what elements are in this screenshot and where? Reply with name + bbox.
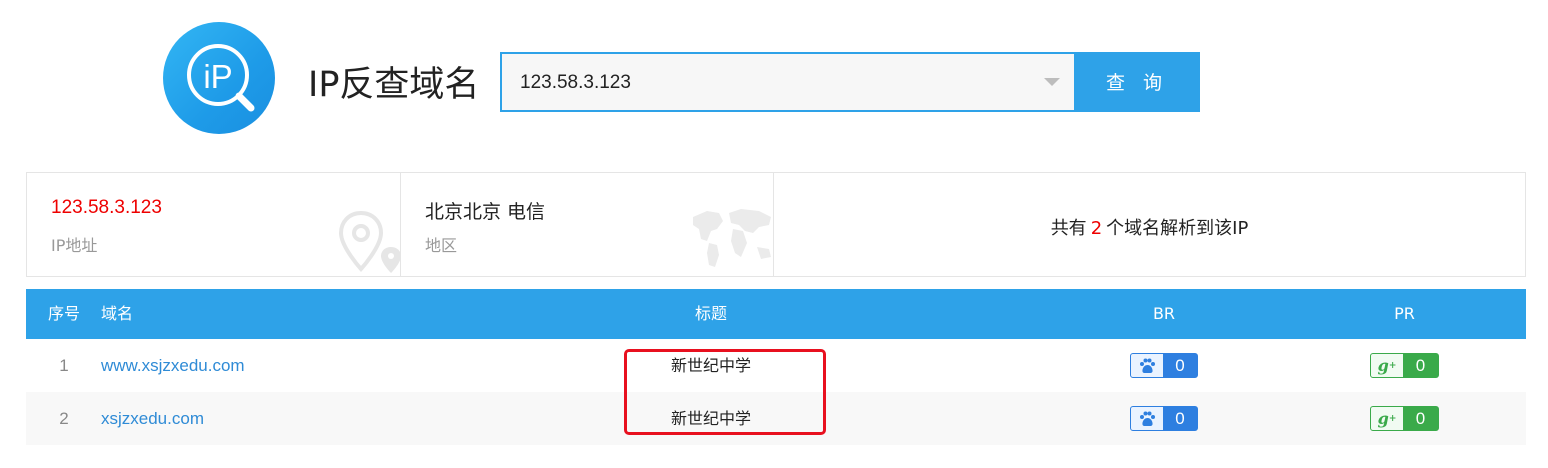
domain-count-text: 共有 2 个域名解析到该IP xyxy=(774,214,1525,240)
br-value: 0 xyxy=(1175,356,1185,375)
br-badge[interactable]: 0 xyxy=(1130,353,1198,378)
domain-link[interactable]: xsjzxedu.com xyxy=(101,392,204,445)
search-button[interactable]: 查 询 xyxy=(1074,52,1200,112)
domain-link[interactable]: www.xsjzxedu.com xyxy=(101,339,245,392)
header-index: 序号 xyxy=(47,304,80,323)
ip-address-value: 123.58.3.123 xyxy=(51,197,162,218)
pr-value: 0 xyxy=(1415,356,1426,375)
search-input[interactable] xyxy=(518,54,1042,112)
domain-count-cell: 共有 2 个域名解析到该IP xyxy=(774,173,1525,276)
count-prefix: 共有 xyxy=(1050,218,1087,239)
header-pr: PR xyxy=(1394,304,1415,323)
count-suffix: 个域名解析到该IP xyxy=(1106,218,1249,239)
pr-badge[interactable]: g + 0 xyxy=(1370,353,1439,378)
baidu-paw-icon xyxy=(1131,407,1163,430)
pr-value: 0 xyxy=(1415,409,1426,428)
ip-info-panel: 123.58.3.123 IP地址 北京北京 电信 地区 共有 2 个域名解析到该I… xyxy=(26,172,1526,277)
row-index: 2 xyxy=(59,409,69,428)
region-label: 地区 xyxy=(425,236,458,255)
title-highlight-box xyxy=(624,349,826,435)
page-title: IP反查域名 xyxy=(308,65,480,105)
region-value: 北京北京 电信 xyxy=(425,201,546,223)
ip-search-logo-icon: iP xyxy=(187,44,255,112)
ip-address-label: IP地址 xyxy=(51,236,98,255)
logo-text: iP xyxy=(203,58,232,95)
header-title: 标题 xyxy=(694,304,727,323)
location-pin-icon xyxy=(339,211,400,273)
br-value: 0 xyxy=(1175,409,1185,428)
search-combobox[interactable] xyxy=(500,52,1074,112)
header-br: BR xyxy=(1152,304,1176,323)
row-index: 1 xyxy=(59,356,69,375)
ip-search-logo: iP xyxy=(163,22,275,134)
ip-address-cell: 123.58.3.123 IP地址 xyxy=(27,173,401,276)
pr-badge[interactable]: g + 0 xyxy=(1370,406,1439,431)
count-value: 2 xyxy=(1090,218,1103,239)
google-plus-icon: g + xyxy=(1371,354,1403,377)
caret-down-icon[interactable] xyxy=(1044,78,1060,86)
br-badge[interactable]: 0 xyxy=(1130,406,1198,431)
baidu-paw-icon xyxy=(1131,354,1163,377)
table-header: 序号 域名 标题 BR PR xyxy=(26,289,1526,339)
header-domain: 域名 xyxy=(101,304,134,323)
google-plus-icon: g + xyxy=(1371,407,1403,430)
region-cell: 北京北京 电信 地区 xyxy=(401,173,774,276)
world-map-icon xyxy=(693,209,771,267)
